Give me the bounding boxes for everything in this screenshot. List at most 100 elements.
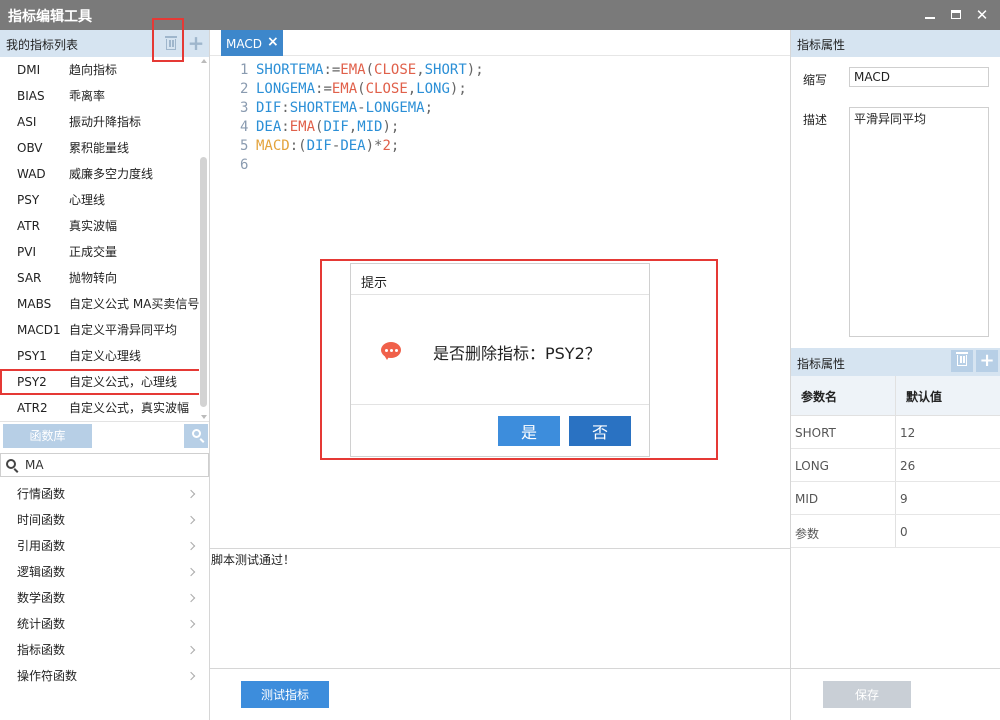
indicator-item[interactable]: BIAS 乖离率 [0, 83, 199, 109]
add-indicator-button[interactable]: + [187, 33, 205, 53]
param-value: 9 [900, 492, 908, 506]
chat-bubble-icon [381, 342, 401, 360]
table-row[interactable]: SHORT 12 [791, 416, 1000, 449]
indicator-name: 自定义公式 MA买卖信号 [69, 297, 199, 311]
function-category-item[interactable]: 统计函数 [0, 611, 209, 637]
params-table-header: 参数名 默认值 [791, 376, 1000, 416]
indicator-name: 自定义公式，心理线 [69, 375, 178, 389]
indicator-item[interactable]: SAR 抛物转向 [0, 265, 199, 291]
category-label: 数学函数 [17, 591, 66, 605]
indicator-name: 正成交量 [69, 245, 118, 259]
category-label: 时间函数 [17, 513, 66, 527]
function-library-tab[interactable]: 函数库 [3, 424, 92, 448]
scroll-up-icon[interactable] [201, 59, 207, 63]
indicator-list-scrollbar[interactable] [199, 57, 209, 421]
indicator-item-selected[interactable]: PSY2 自定义公式，心理线 [0, 369, 199, 395]
indicator-name: 自定义公式，真实波幅 [69, 401, 190, 415]
param-name: 参数 [795, 527, 820, 541]
maximize-icon [951, 10, 961, 19]
indicator-item[interactable]: MACD1 自定义平滑异同平均 [0, 317, 199, 343]
confirm-yes-button[interactable]: 是 [498, 416, 560, 446]
function-category-item[interactable]: 操作符函数 [0, 663, 209, 689]
table-row[interactable]: 参数 0 [791, 515, 1000, 548]
properties-header: 指标属性 [791, 30, 1000, 57]
save-button[interactable]: 保存 [823, 681, 911, 708]
editor-bottom-bar: 测试指标 [210, 668, 790, 720]
line-number: 3 [240, 100, 249, 116]
indicator-item[interactable]: ATR2 自定义公式，真实波幅 [0, 395, 199, 421]
indicator-name: 真实波幅 [69, 219, 118, 233]
chevron-right-icon [186, 619, 196, 629]
save-bar: 保存 [791, 668, 1000, 720]
close-button[interactable]: ✕ [972, 5, 992, 25]
close-tab-icon[interactable]: × [267, 34, 279, 50]
delete-indicator-button[interactable] [162, 34, 180, 52]
category-label: 操作符函数 [17, 669, 78, 683]
params-table: 参数名 默认值 SHORT 12 LONG 26 MID 9 参数 0 [791, 376, 1000, 548]
chevron-right-icon [186, 489, 196, 499]
desc-label: 描述 [803, 113, 828, 127]
category-label: 引用函数 [17, 539, 66, 553]
indicator-code: PSY [17, 193, 40, 207]
param-name: SHORT [795, 426, 836, 440]
minimize-button[interactable] [920, 5, 940, 25]
indicator-name: 累积能量线 [69, 141, 130, 155]
function-category-item[interactable]: 引用函数 [0, 533, 209, 559]
indicator-name: 振动升降指标 [69, 115, 142, 129]
function-search-button[interactable] [184, 424, 208, 448]
function-category-item[interactable]: 数学函数 [0, 585, 209, 611]
scroll-thumb[interactable] [200, 157, 207, 407]
close-icon: ✕ [975, 6, 989, 24]
desc-textarea[interactable]: 平滑异同平均 [849, 107, 989, 337]
chevron-right-icon [186, 645, 196, 655]
line-number: 6 [240, 157, 249, 173]
properties-panel: 指标属性 缩写 描述 平滑异同平均 指标属性 + 参数名 默认值 SHORT 1… [790, 30, 1000, 720]
function-category-item[interactable]: 行情函数 [0, 481, 209, 507]
param-name-header: 参数名 [801, 390, 838, 404]
indicator-item[interactable]: PVI 正成交量 [0, 239, 199, 265]
param-default-header: 默认值 [906, 390, 943, 404]
function-category-item[interactable]: 逻辑函数 [0, 559, 209, 585]
params-title: 指标属性 [797, 357, 846, 371]
indicator-item[interactable]: DMI 趋向指标 [0, 57, 199, 83]
chevron-right-icon [186, 515, 196, 525]
function-category-item[interactable]: 时间函数 [0, 507, 209, 533]
maximize-button[interactable] [946, 5, 966, 25]
abbr-label: 缩写 [803, 73, 828, 87]
indicator-name: 自定义平滑异同平均 [69, 323, 178, 337]
indicator-item[interactable]: ASI 振动升降指标 [0, 109, 199, 135]
function-category-item[interactable]: 指标函数 [0, 637, 209, 663]
indicator-item[interactable]: WAD 威廉多空力度线 [0, 161, 199, 187]
indicator-name: 心理线 [69, 193, 106, 207]
scroll-down-icon[interactable] [201, 415, 207, 419]
abbr-input[interactable] [849, 67, 989, 87]
indicator-item[interactable]: ATR 真实波幅 [0, 213, 199, 239]
delete-param-button[interactable] [951, 350, 973, 372]
indicator-list-header: 我的指标列表 + [0, 18, 209, 62]
tab-macd[interactable]: MACD × [221, 30, 283, 56]
table-row[interactable]: LONG 26 [791, 449, 1000, 482]
indicator-list: DMI 趋向指标 BIAS 乖离率 ASI 振动升降指标 OBV 累积能量线 WAD 威廉… [0, 57, 199, 421]
add-param-button[interactable]: + [976, 350, 998, 372]
indicator-item[interactable]: OBV 累积能量线 [0, 135, 199, 161]
dialog-title: 提示 [361, 276, 388, 291]
title-bar: 指标编辑工具 ✕ [0, 0, 1000, 30]
indicator-item[interactable]: MABS 自定义公式 MA买卖信号 [0, 291, 199, 317]
confirm-no-button[interactable]: 否 [569, 416, 631, 446]
indicator-item[interactable]: PSY 心理线 [0, 187, 199, 213]
trash-icon [956, 352, 968, 366]
indicator-item[interactable]: PSY1 自定义心理线 [0, 343, 199, 369]
function-search-input[interactable] [25, 456, 205, 474]
indicator-code: OBV [17, 141, 43, 155]
line-number: 2 [240, 81, 249, 97]
indicator-name: 抛物转向 [69, 271, 118, 285]
chevron-right-icon [186, 593, 196, 603]
test-indicator-button[interactable]: 测试指标 [241, 681, 329, 708]
code-line: 5 MACD:(DIF-DEA)*2; [240, 138, 400, 154]
line-number: 5 [240, 138, 249, 154]
dialog-body: 是否删除指标：PSY2？ [351, 295, 649, 405]
search-icon [192, 429, 201, 438]
indicator-code: ATR [17, 219, 40, 233]
param-value: 26 [900, 459, 916, 473]
table-row[interactable]: MID 9 [791, 482, 1000, 515]
